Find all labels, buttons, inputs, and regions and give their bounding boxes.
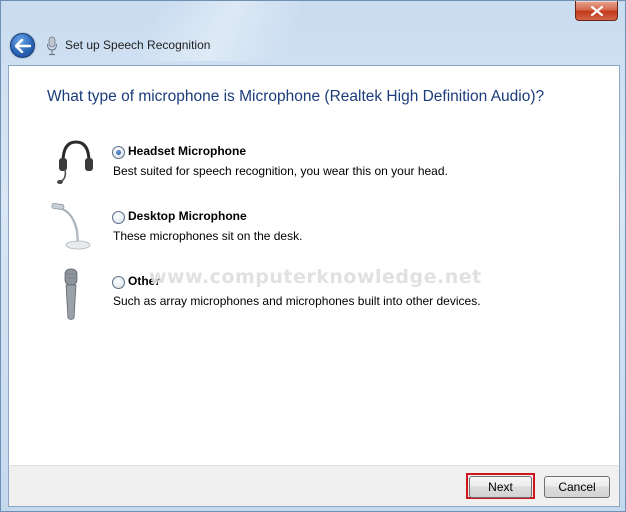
page-heading: What type of microphone is Microphone (R… [47, 88, 545, 105]
desktop-radio[interactable] [112, 211, 125, 224]
close-icon [590, 5, 603, 16]
option-headset[interactable]: Headset Microphone Best suited for speec… [9, 140, 609, 204]
back-arrow-icon [14, 38, 31, 53]
watermark: www.computerknowledge.net [149, 266, 482, 288]
headset-radio[interactable] [112, 146, 125, 159]
next-button[interactable]: Next [469, 476, 532, 498]
headset-microphone-icon [57, 140, 93, 184]
cancel-button[interactable]: Cancel [544, 476, 610, 498]
handheld-microphone-icon [64, 268, 78, 320]
desktop-description: These microphones sit on the desk. [113, 229, 303, 243]
close-button[interactable] [575, 1, 618, 21]
window-title: Set up Speech Recognition [65, 38, 211, 52]
headset-label: Headset Microphone [128, 144, 247, 158]
content-area: What type of microphone is Microphone (R… [8, 65, 620, 465]
desktop-label: Desktop Microphone [128, 209, 247, 223]
footer-bar: Next Cancel [8, 465, 620, 507]
window-frame: Set up Speech Recognition What type of m… [0, 0, 626, 512]
other-radio[interactable] [112, 276, 125, 289]
headset-description: Best suited for speech recognition, you … [113, 164, 448, 178]
glass-reflection [140, 1, 302, 61]
desktop-microphone-icon [51, 203, 91, 250]
other-description: Such as array microphones and microphone… [113, 294, 481, 308]
microphone-icon [47, 36, 57, 56]
back-button[interactable] [10, 33, 35, 58]
option-desktop[interactable]: Desktop Microphone These microphones sit… [9, 203, 609, 269]
